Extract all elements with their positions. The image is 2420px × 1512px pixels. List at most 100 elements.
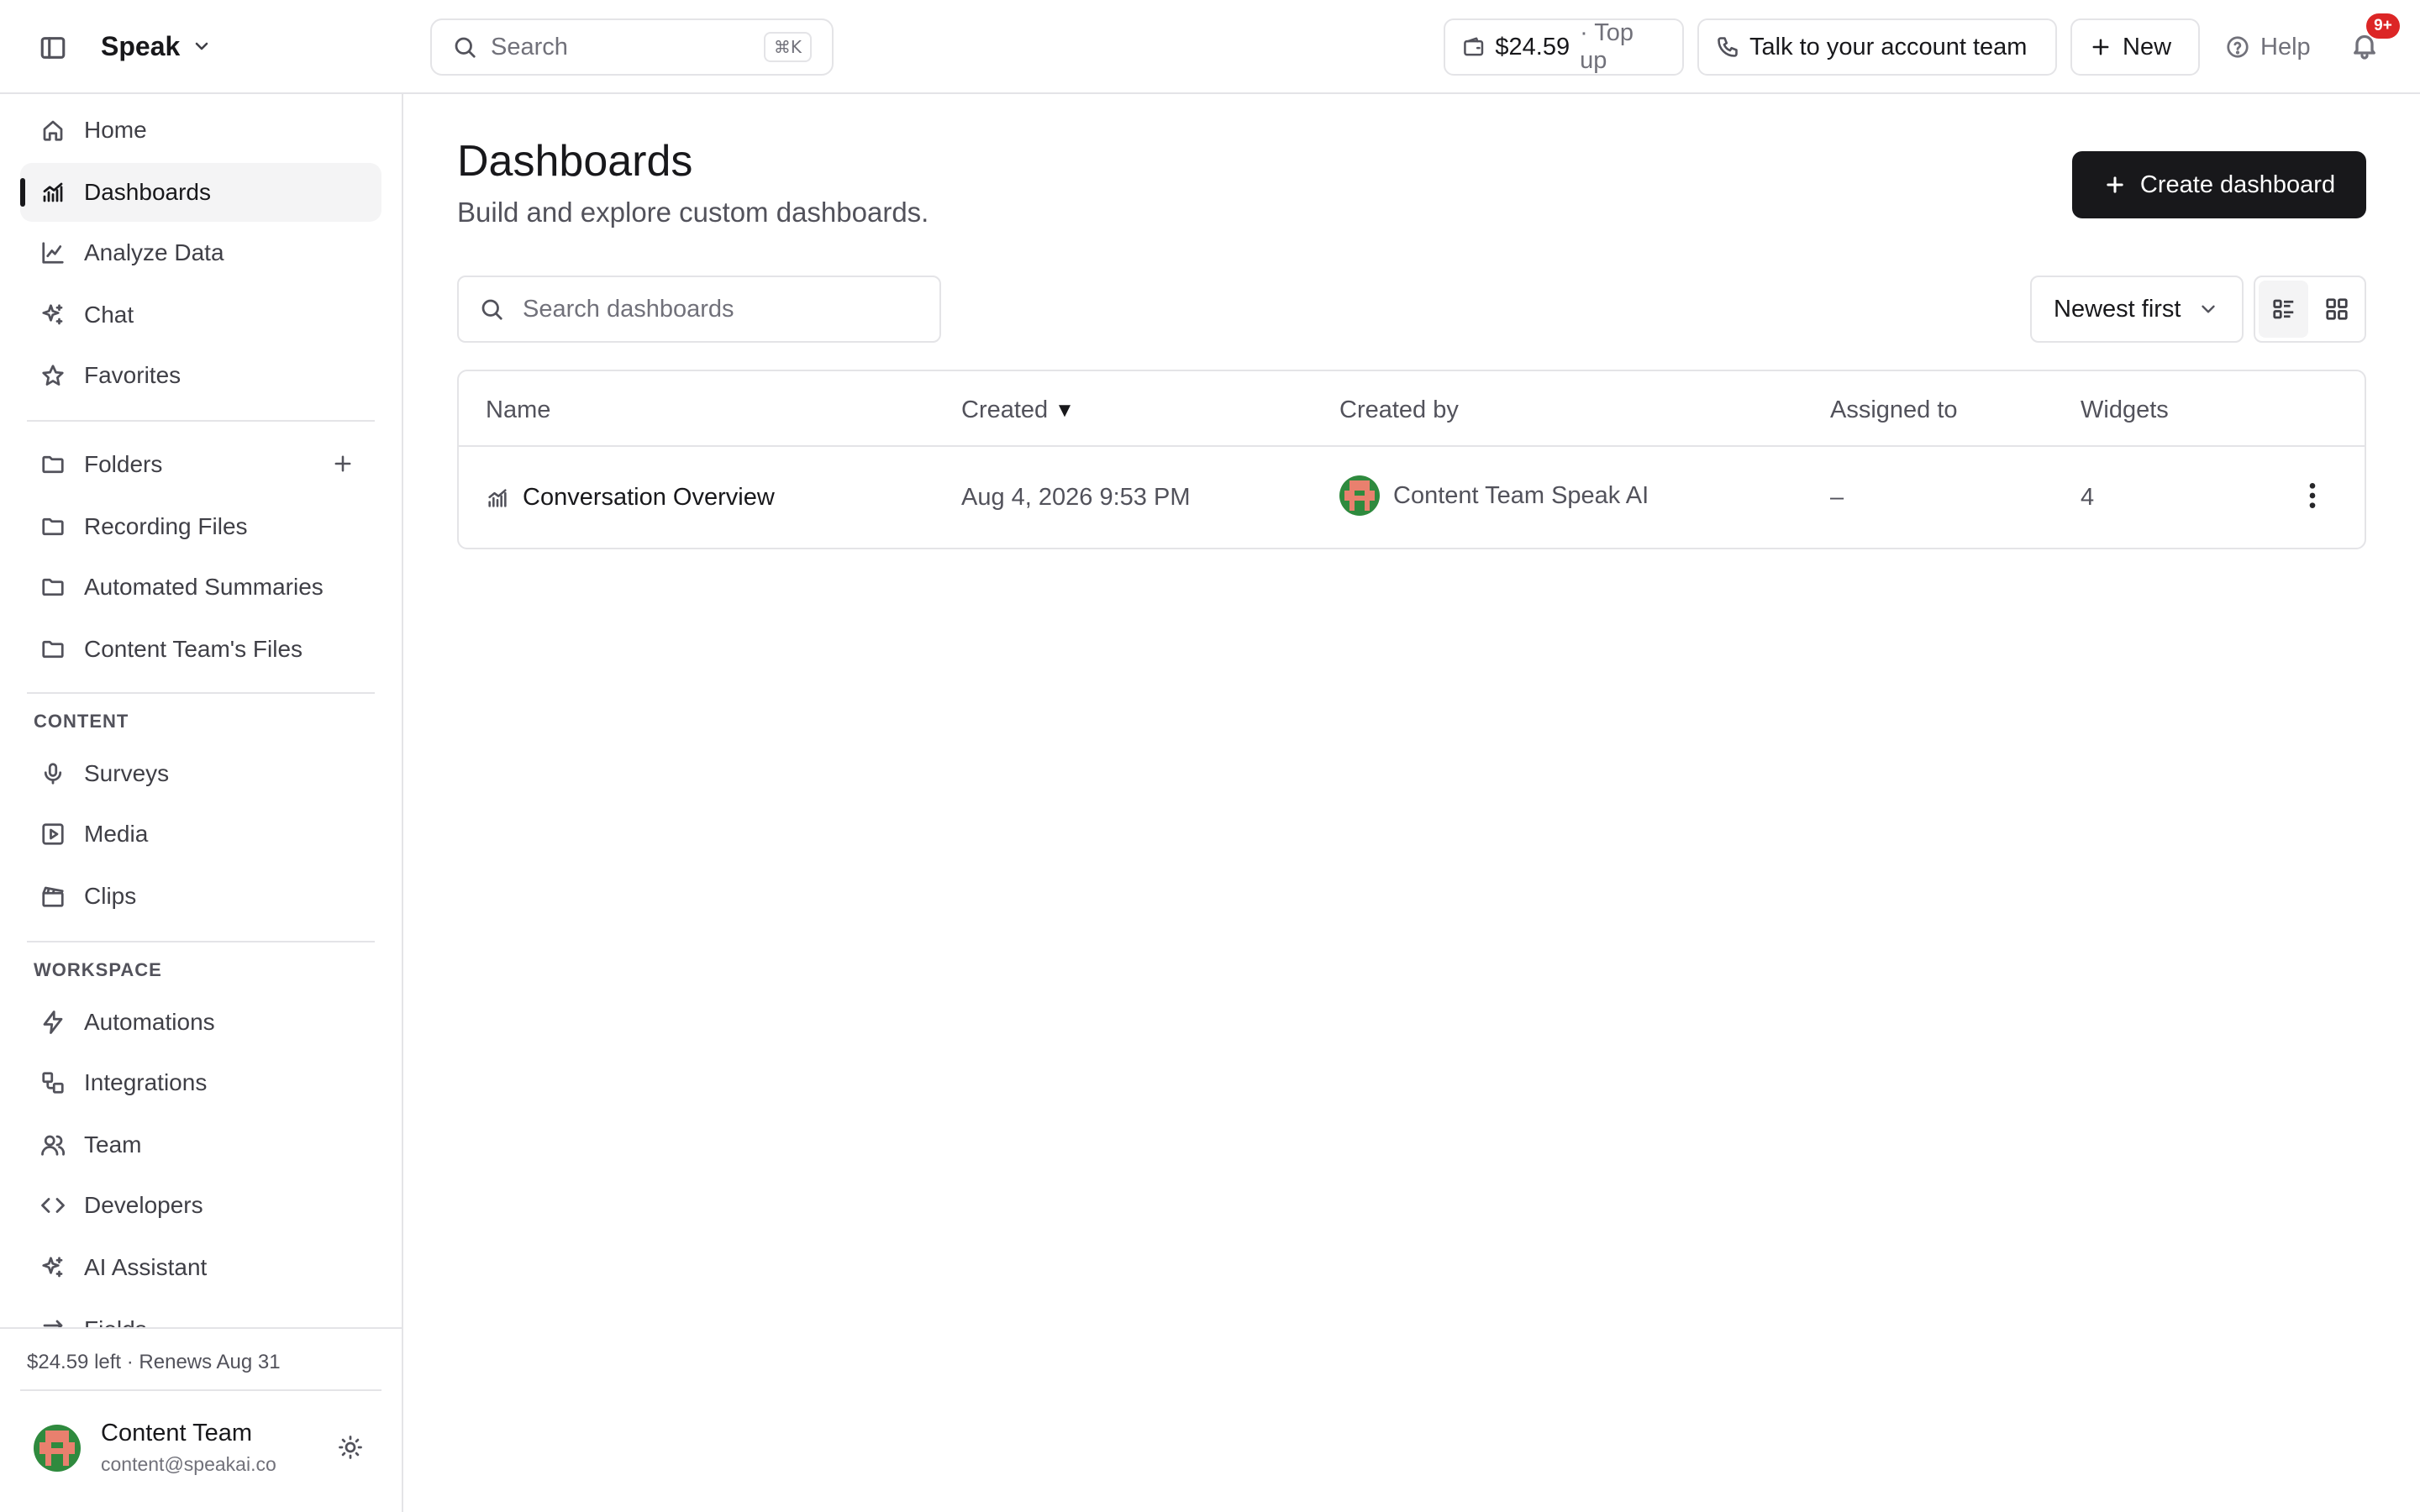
grid-view-button[interactable] bbox=[2312, 281, 2361, 338]
creator-name: Content Team Speak AI bbox=[1393, 481, 1649, 509]
plus-icon bbox=[2107, 176, 2123, 193]
help-label: Help bbox=[2260, 33, 2311, 60]
sidebar-item-label: Analyze Data bbox=[84, 239, 224, 265]
column-header-assigned-to[interactable]: Assigned to bbox=[1830, 396, 1958, 424]
balance-top-up-button[interactable]: $24.59 · Top up bbox=[1444, 18, 1684, 76]
sidebar-item-analyze-data[interactable]: Analyze Data bbox=[20, 223, 381, 282]
sidebar-item-favorites[interactable]: Favorites bbox=[20, 346, 381, 405]
sidebar-item-label: Surveys bbox=[84, 760, 170, 786]
sidebar-divider bbox=[27, 692, 375, 694]
column-header-created-by[interactable]: Created by bbox=[1339, 396, 1459, 424]
sidebar-item-folders[interactable]: Folders bbox=[20, 435, 381, 494]
sort-select[interactable]: Newest first bbox=[2030, 276, 2244, 343]
top-up-label: · Top up bbox=[1580, 19, 1634, 74]
dashboard-chart-icon bbox=[43, 182, 63, 202]
row-created-cell: Aug 4, 2026 9:53 PM bbox=[961, 484, 1191, 511]
avatar[interactable] bbox=[34, 1425, 81, 1472]
page-subtitle: Build and explore custom dashboards. bbox=[457, 197, 929, 228]
sidebar-item-automated-summaries[interactable]: Automated Summaries bbox=[20, 558, 381, 617]
new-button[interactable]: New bbox=[2070, 18, 2200, 76]
sidebar-item-label: Favorites bbox=[84, 362, 182, 388]
integrations-icon bbox=[42, 1072, 64, 1094]
sidebar-item-surveys[interactable]: Surveys bbox=[20, 744, 381, 803]
microphone-icon bbox=[44, 763, 62, 785]
sparkles-icon bbox=[42, 304, 63, 325]
workspace-switcher[interactable]: Speak bbox=[101, 25, 212, 67]
active-indicator bbox=[20, 178, 25, 207]
dashboard-search-input[interactable]: Search dashboards bbox=[457, 276, 941, 343]
add-folder-button[interactable] bbox=[331, 452, 356, 477]
sidebar-item-label: Developers bbox=[84, 1192, 203, 1218]
sidebar-item-label: Automations bbox=[84, 1009, 215, 1035]
sidebar-item-label: Dashboards bbox=[84, 179, 211, 205]
search-icon bbox=[455, 37, 476, 58]
view-toggle bbox=[2254, 276, 2366, 343]
balance-amount: $24.59 bbox=[1495, 33, 1570, 60]
sidebar-item-chat[interactable]: Chat bbox=[20, 286, 381, 344]
column-header-label: Created bbox=[961, 396, 1049, 423]
column-header-label: Name bbox=[486, 396, 551, 423]
create-dashboard-label: Create dashboard bbox=[2139, 171, 2336, 198]
sort-select-value: Newest first bbox=[2054, 295, 2181, 323]
play-square-icon bbox=[42, 823, 64, 845]
sidebar-item-home[interactable]: Home bbox=[20, 101, 381, 160]
notifications-badge: 9+ bbox=[2366, 13, 2400, 39]
new-label: New bbox=[2123, 33, 2172, 60]
sidebar: Home Dashboards Analyze Data Chat Favori… bbox=[0, 94, 403, 1512]
row-name-cell[interactable]: Conversation Overview bbox=[486, 484, 775, 512]
fields-icon bbox=[43, 1320, 63, 1327]
folder-icon bbox=[42, 578, 64, 596]
row-widgets-cell: 4 bbox=[2081, 484, 2095, 511]
sidebar-item-fields[interactable]: Fields bbox=[20, 1300, 381, 1327]
create-dashboard-button[interactable]: Create dashboard bbox=[2072, 151, 2366, 218]
sidebar-item-automations[interactable]: Automations bbox=[20, 993, 381, 1052]
user-name: Content Team bbox=[101, 1420, 253, 1446]
global-search-input[interactable]: Search ⌘K bbox=[430, 18, 834, 76]
sidebar-item-label: Team bbox=[84, 1131, 142, 1158]
dashboard-search-placeholder: Search dashboards bbox=[523, 295, 734, 323]
list-view-button[interactable] bbox=[2259, 281, 2308, 338]
sparkles-icon bbox=[42, 1257, 63, 1278]
theme-toggle-button[interactable] bbox=[338, 1435, 365, 1462]
lightning-icon bbox=[43, 1011, 63, 1034]
chevron-down-icon bbox=[195, 42, 208, 50]
sun-icon bbox=[339, 1436, 362, 1459]
sidebar-item-label: Folders bbox=[84, 451, 163, 477]
sidebar-item-integrations[interactable]: Integrations bbox=[20, 1053, 381, 1112]
column-header-name[interactable]: Name bbox=[486, 396, 550, 424]
list-view-icon bbox=[2272, 299, 2293, 319]
brand-name: Speak bbox=[101, 30, 181, 61]
sidebar-item-label: Fields bbox=[84, 1316, 147, 1327]
code-icon bbox=[41, 1198, 65, 1213]
column-header-created[interactable]: Created ▼ bbox=[961, 396, 1075, 424]
column-header-label: Widgets bbox=[2081, 396, 2169, 423]
sidebar-item-recording-files[interactable]: Recording Files bbox=[20, 497, 381, 556]
sidebar-footer-divider bbox=[0, 1327, 402, 1329]
column-header-widgets[interactable]: Widgets bbox=[2081, 396, 2169, 424]
sidebar-item-label: Content Team's Files bbox=[84, 636, 303, 662]
sidebar-item-developers[interactable]: Developers bbox=[20, 1176, 381, 1235]
table-header-divider bbox=[459, 445, 2365, 447]
sidebar-item-dashboards[interactable]: Dashboards bbox=[20, 163, 381, 222]
help-button[interactable]: Help bbox=[2225, 18, 2311, 76]
sidebar-item-media[interactable]: Media bbox=[20, 805, 381, 864]
section-label-workspace: WORKSPACE bbox=[34, 959, 162, 980]
sidebar-item-team[interactable]: Team bbox=[20, 1116, 381, 1174]
more-vertical-icon bbox=[2309, 483, 2316, 508]
dashboard-chart-icon bbox=[488, 488, 507, 507]
user-divider bbox=[20, 1389, 381, 1391]
top-bar: Speak Search ⌘K $24.59 · Top up Talk to … bbox=[0, 0, 2420, 94]
search-icon bbox=[481, 299, 502, 320]
sidebar-item-ai-assistant[interactable]: AI Assistant bbox=[20, 1238, 381, 1297]
row-actions-button[interactable] bbox=[2296, 477, 2329, 514]
star-icon bbox=[42, 365, 64, 386]
sidebar-toggle-icon[interactable] bbox=[39, 34, 67, 62]
wallet-icon bbox=[1464, 37, 1484, 56]
help-circle-icon bbox=[2227, 36, 2249, 58]
sidebar-item-content-team-files[interactable]: Content Team's Files bbox=[20, 620, 381, 679]
users-icon bbox=[41, 1135, 66, 1156]
column-header-label: Created by bbox=[1339, 396, 1459, 423]
account-team-button[interactable]: Talk to your account team bbox=[1697, 18, 2057, 76]
folder-icon bbox=[42, 455, 64, 474]
sidebar-item-clips[interactable]: Clips bbox=[20, 867, 381, 926]
